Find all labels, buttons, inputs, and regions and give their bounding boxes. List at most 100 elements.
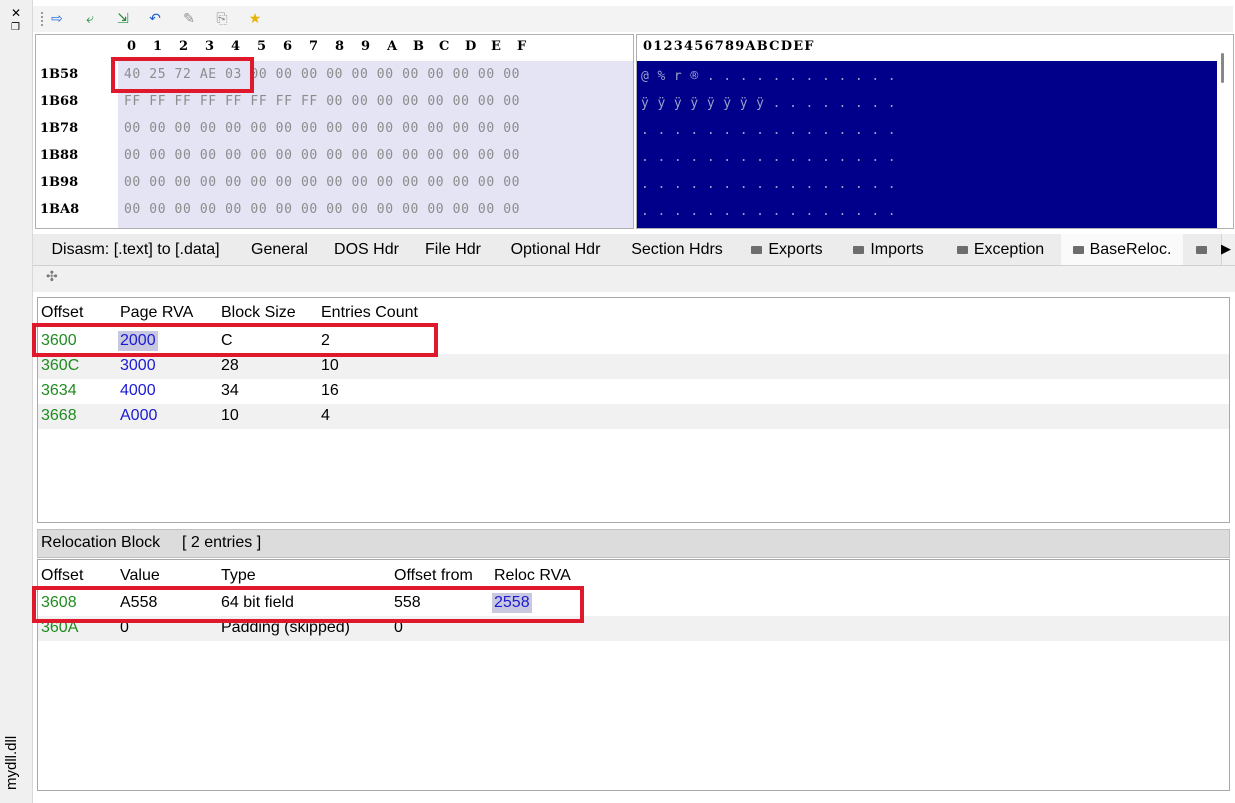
- blocks-cell: 3668: [41, 407, 77, 424]
- ascii-row[interactable]: . . . . . . . . . . . . . . . .: [641, 123, 896, 138]
- move-icon[interactable]: ✣: [46, 269, 58, 285]
- tab-imports[interactable]: Imports: [837, 234, 941, 265]
- hex-column-label: 3: [205, 39, 215, 54]
- tab-file-hdr[interactable]: File Hdr: [412, 234, 495, 265]
- tab-label: File Hdr: [424, 241, 481, 258]
- arrow-right-icon[interactable]: ⇨: [49, 11, 65, 27]
- toolbar-grip[interactable]: [41, 12, 43, 26]
- go-to-icon[interactable]: ⤶: [82, 11, 98, 27]
- blocks-cell: 16: [321, 382, 339, 399]
- reloc-column-header[interactable]: Offset: [41, 566, 83, 586]
- blocks-cell: 34: [221, 382, 239, 399]
- tab-scroll-right-icon[interactable]: ▶: [1221, 234, 1235, 265]
- hex-address: 1B98: [40, 175, 79, 190]
- hex-column-label: 9: [361, 39, 371, 54]
- hex-column-label: 1: [153, 39, 163, 54]
- ascii-view[interactable]: 0123456789ABCDEF @ % r ® . . . . . . . .…: [636, 34, 1234, 229]
- relocation-entries-count: [ 2 entries ]: [182, 534, 262, 551]
- blocks-cell: A000: [120, 407, 158, 424]
- highlight-block-row: [32, 323, 438, 357]
- hex-column-label: 2: [179, 39, 189, 54]
- ascii-row[interactable]: . . . . . . . . . . . . . . . .: [641, 204, 896, 219]
- reloc-column-header[interactable]: Type: [221, 566, 256, 586]
- hex-bytes-row[interactable]: 00 00 00 00 00 00 00 00 00 00 00 00 00 0…: [124, 175, 520, 190]
- blocks-column-header[interactable]: Offset: [41, 303, 83, 323]
- tab-basereloc[interactable]: BaseReloc.: [1061, 234, 1184, 265]
- folder-icon: [751, 246, 763, 254]
- hex-column-label: 5: [257, 39, 267, 54]
- close-icon[interactable]: ✕: [11, 7, 21, 19]
- undo-icon[interactable]: ↶: [147, 11, 163, 27]
- tab-exports[interactable]: Exports: [737, 234, 838, 265]
- tab-label: Imports: [870, 241, 924, 258]
- hex-address: 1B88: [40, 148, 79, 163]
- pin-icon[interactable]: ✎: [181, 11, 197, 27]
- reloc-column-header[interactable]: Reloc RVA: [494, 566, 571, 586]
- table-row[interactable]: [38, 379, 1229, 404]
- tab-dos-hdr[interactable]: DOS Hdr: [321, 234, 413, 265]
- tab-label: BaseReloc.: [1089, 241, 1172, 258]
- hex-column-label: 4: [231, 39, 241, 54]
- folder-icon: [1072, 246, 1084, 254]
- tab-label: Exception: [973, 241, 1045, 258]
- blocks-column-header[interactable]: Page RVA: [120, 303, 193, 323]
- tab-disasm-text-to-data[interactable]: Disasm: [.text] to [.data]: [33, 234, 239, 265]
- hex-bytes-row[interactable]: FF FF FF FF FF FF FF FF 00 00 00 00 00 0…: [124, 94, 520, 109]
- ascii-column-header: 0123456789ABCDEF: [643, 39, 815, 54]
- blocks-cell: 360C: [41, 357, 80, 374]
- hex-address: 1BA8: [40, 202, 80, 217]
- tab-optional-hdr[interactable]: Optional Hdr: [494, 234, 618, 265]
- tab-label: Exports: [768, 241, 823, 258]
- hex-column-label: D: [465, 39, 477, 54]
- blocks-cell: 28: [221, 357, 239, 374]
- tab-bar: Disasm: [.text] to [.data] General DOS Hdr…: [33, 234, 1235, 266]
- tab-label: General: [251, 241, 308, 258]
- hex-column-label: A: [387, 39, 398, 54]
- toolbar: ⇨ ⤶ ⇲ ↶ ✎ ⎘ ★: [33, 6, 1233, 32]
- blocks-cell: 10: [321, 357, 339, 374]
- blocks-column-header[interactable]: Entries Count: [321, 303, 418, 323]
- blocks-cell: 10: [221, 407, 239, 424]
- vertical-scrollbar[interactable]: [1221, 53, 1224, 83]
- reloc-column-header[interactable]: Value: [120, 566, 160, 586]
- hex-column-label: C: [439, 39, 450, 54]
- tab-general[interactable]: General: [238, 234, 322, 265]
- copy-icon[interactable]: ⎘: [214, 11, 230, 27]
- folder-icon: [956, 246, 968, 254]
- ascii-row[interactable]: @ % r ® . . . . . . . . . . . .: [641, 69, 896, 84]
- hex-address: 1B58: [40, 67, 79, 82]
- table-row[interactable]: [38, 404, 1229, 429]
- blocks-column-header[interactable]: Block Size: [221, 303, 296, 323]
- hex-column-label: F: [517, 39, 527, 54]
- export-icon[interactable]: ⇲: [115, 11, 131, 27]
- tab-label: DOS Hdr: [334, 241, 399, 258]
- highlight-hex-bytes: [111, 57, 254, 93]
- star-icon[interactable]: ★: [247, 11, 263, 27]
- table-row[interactable]: [38, 354, 1229, 379]
- ascii-row[interactable]: ÿ ÿ ÿ ÿ ÿ ÿ ÿ ÿ . . . . . . . .: [641, 96, 896, 111]
- dock-file-title[interactable]: mydll.dll: [3, 736, 20, 790]
- tab-label: Optional Hdr: [510, 241, 601, 258]
- dock-strip: ✕ ❐ mydll.dll: [0, 0, 33, 803]
- tab-exception[interactable]: Exception: [940, 234, 1062, 265]
- ascii-row[interactable]: . . . . . . . . . . . . . . . .: [641, 150, 896, 165]
- blocks-cell: 4: [321, 407, 330, 424]
- hex-column-label: 8: [335, 39, 345, 54]
- tab-section-hdrs[interactable]: Section Hdrs: [617, 234, 738, 265]
- hex-bytes-row[interactable]: 00 00 00 00 00 00 00 00 00 00 00 00 00 0…: [124, 121, 520, 136]
- hex-address: 1B78: [40, 121, 79, 136]
- blocks-cell: 3000: [120, 357, 156, 374]
- blocks-cell: 3634: [41, 382, 77, 399]
- hex-column-label: E: [491, 39, 501, 54]
- ascii-bytes-area[interactable]: [637, 61, 1217, 228]
- hex-bytes-row[interactable]: 00 00 00 00 00 00 00 00 00 00 00 00 00 0…: [124, 202, 520, 217]
- hex-column-label: 0: [127, 39, 137, 54]
- hex-address: 1B68: [40, 94, 79, 109]
- hex-bytes-row[interactable]: 00 00 00 00 00 00 00 00 00 00 00 00 00 0…: [124, 148, 520, 163]
- reloc-column-header[interactable]: Offset from: [394, 566, 473, 586]
- hex-column-label: 7: [309, 39, 319, 54]
- ascii-row[interactable]: . . . . . . . . . . . . . . . .: [641, 177, 896, 192]
- tab-overflow[interactable]: [1183, 234, 1222, 265]
- restore-icon[interactable]: ❐: [11, 22, 20, 34]
- relocation-block-title: Relocation Block: [41, 534, 161, 551]
